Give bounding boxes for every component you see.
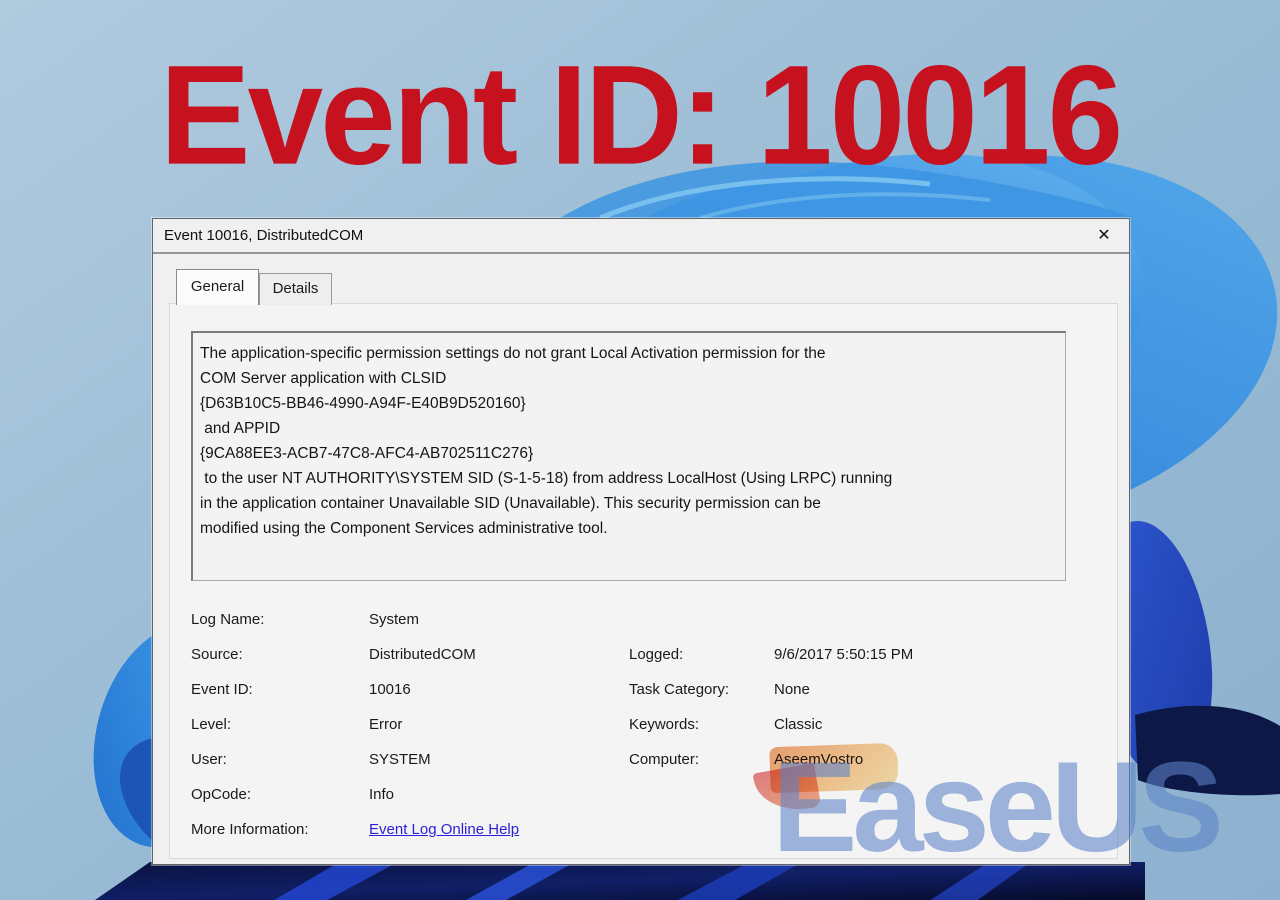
description-line: in the application container Unavailable… [200,491,1059,516]
tab-details[interactable]: Details [259,273,332,305]
field-label: Logged: [629,646,774,663]
field-log-name: Log Name:System [191,611,419,646]
field-label: User: [191,751,369,768]
field-label: Keywords: [629,716,774,733]
field-value: None [774,681,810,698]
field-label: More Information: [191,821,369,838]
field-value: DistributedCOM [369,646,476,663]
field-label: Level: [191,716,369,733]
field-label: OpCode: [191,786,369,803]
field-label: Computer: [629,751,774,768]
easeus-watermark: EaseUS [772,744,1219,872]
field-value: Info [369,786,394,803]
event-description-box: The application-specific permission sett… [191,331,1066,581]
field-task-category: Task Category:None [629,681,810,716]
description-line: COM Server application with CLSID [200,366,1059,391]
field-more-information: More Information:Event Log Online Help [191,821,519,856]
dialog-titlebar[interactable]: Event 10016, DistributedCOM ✕ [153,219,1129,254]
description-line: {9CA88EE3-ACB7-47C8-AFC4-AB702511C276} [200,441,1059,466]
field-label: Source: [191,646,369,663]
description-line: The application-specific permission sett… [200,341,1059,366]
field-level: Level:Error [191,716,402,751]
field-label: Log Name: [191,611,369,628]
tab-general[interactable]: General [176,269,259,305]
page-title: Event ID: 10016 [0,44,1280,185]
field-value: SYSTEM [369,751,431,768]
field-value: 9/6/2017 5:50:15 PM [774,646,913,663]
field-label: Task Category: [629,681,774,698]
event-log-online-help-link[interactable]: Event Log Online Help [369,821,519,838]
description-line: modified using the Component Services ad… [200,516,1059,541]
field-logged: Logged:9/6/2017 5:50:15 PM [629,646,913,681]
description-line: and APPID [200,416,1059,441]
field-value: 10016 [369,681,411,698]
field-event-id: Event ID:10016 [191,681,411,716]
field-source: Source:DistributedCOM [191,646,476,681]
field-user: User:SYSTEM [191,751,431,786]
field-value: Error [369,716,402,733]
tab-strip: General Details [153,256,1129,304]
dialog-title: Event 10016, DistributedCOM [164,227,1093,244]
description-line: {D63B10C5-BB46-4990-A94F-E40B9D520160} [200,391,1059,416]
field-opcode: OpCode:Info [191,786,394,821]
field-value: System [369,611,419,628]
close-icon[interactable]: ✕ [1093,225,1115,247]
field-label: Event ID: [191,681,369,698]
field-value: Classic [774,716,822,733]
description-line: to the user NT AUTHORITY\SYSTEM SID (S-1… [200,466,1059,491]
